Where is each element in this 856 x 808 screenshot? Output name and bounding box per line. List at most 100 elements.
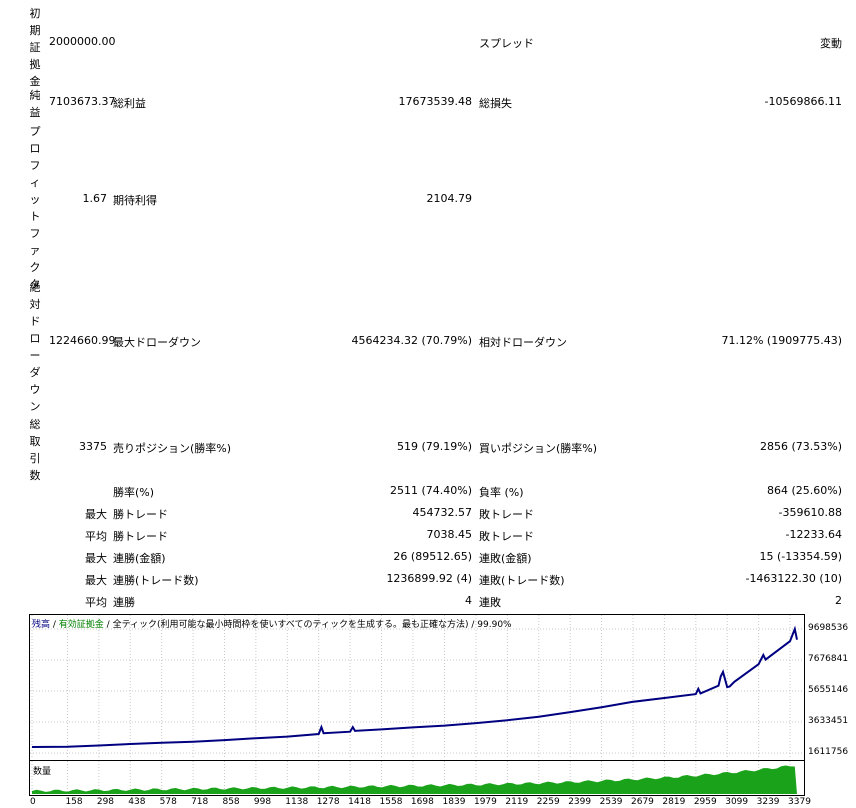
initial-deposit-char: 拠 [29,58,41,71]
y-tick-label: 9698536 [808,623,849,633]
y-tick-label: 7676841 [808,654,849,664]
max-consec-losses-count-label: 連敗(トレード数) [479,574,565,587]
legend-sep-2: / [103,620,113,630]
abs-drawdown-char: ウ [29,383,41,396]
x-tick-label: 2959 [693,797,717,807]
max-win-trade-value: 454732.57 [412,506,473,519]
total-trades-value: 3375 [79,440,107,453]
x-tick-label: 3379 [788,797,811,807]
profit-factor-char: フ [29,227,41,240]
sell-positions-value: 519 (79.19%) [396,440,472,453]
profit-factor-char: ロ [29,142,41,155]
x-tick-label: 2259 [536,797,560,807]
avg-win-trade-value: 7038.45 [426,528,473,541]
avg-consec-losses-label: 連敗 [479,596,501,609]
profit-factor-char: フ [29,159,41,172]
spread-value: 変動 [820,37,842,50]
avg-loss-trade-label: 敗トレード [479,530,534,543]
abs-drawdown-char: 絶 [29,281,41,294]
total-trades-char: 総 [29,418,41,431]
sell-positions-label: 売りポジション(勝率%) [113,442,232,455]
x-tick-label: 298 [96,797,115,807]
relative-drawdown-label: 相対ドローダウン [479,336,567,349]
gross-profit-label: 総利益 [113,97,146,110]
max-consec-wins-count-label: 連勝(トレード数) [113,574,199,587]
x-tick-label: 3099 [725,797,749,807]
profit-factor-char: プ [29,125,41,138]
avg-consec-wins-label: 連勝 [113,596,135,609]
abs-drawdown-char: ン [29,400,41,413]
legend-balance: 残高 [32,620,51,630]
legend-sep-1: / [50,620,59,630]
max-win-trade-label: 勝トレード [113,508,168,521]
x-tick-label: 2819 [662,797,686,807]
max-consec-count-prefix: 最大 [85,574,107,587]
x-tick-label: 578 [159,797,177,807]
x-tick-label: 2399 [568,797,592,807]
volume-area [32,765,797,794]
y-tick-label: 5655146 [808,685,849,695]
legend-ticks-mode: 全ティック(利用可能な最小時間枠を使いすべてのティックを生成する。最も正確な方法… [112,620,469,630]
avg-win-trade-label: 勝トレード [113,530,168,543]
y-tick-label: 3633451 [808,716,849,726]
win-rate-label: 勝率(%) [113,486,155,499]
x-tick-label: 1558 [379,797,403,807]
initial-deposit-char: 期 [29,24,41,37]
max-consec-amount-prefix: 最大 [85,552,107,565]
spread-label: スプレッド [479,37,534,50]
x-tick-label: 1698 [410,797,434,807]
net-profit-char: 純 [29,89,41,102]
profit-factor-char: ト [29,210,41,223]
max-consec-losses-amount-value: 15 (-13354.59) [759,550,842,563]
net-profit-value: 7103673.37 [49,95,116,108]
avg-loss-trade-value: -12233.64 [785,528,842,541]
x-tick-label: 2539 [599,797,623,807]
abs-drawdown-char: ロ [29,332,41,345]
max-consec-losses-amount-label: 連敗(金額) [479,552,532,565]
legend-equity: 有効証拠金 [58,620,104,630]
gross-loss-label: 総損失 [479,97,512,110]
legend-sep-3: / [468,620,478,630]
avg-consec-losses-value: 2 [835,594,842,607]
total-trades-char: 数 [29,469,41,482]
x-tick-label: 2679 [631,797,654,807]
y-tick-label: 1611756 [808,747,849,757]
gross-profit-value: 17673539.48 [398,95,472,108]
expected-payoff-value: 2104.79 [426,192,473,205]
initial-deposit-char: 証 [29,41,41,54]
profit-factor-char: ク [29,261,41,274]
max-consec-losses-count-value: -1463122.30 (10) [745,572,842,585]
legend-quality: 99.90% [477,620,512,630]
balance-series-line [31,625,798,748]
profit-factor-char: ッ [29,193,41,206]
profit-factor-value: 1.67 [82,192,108,205]
loss-rate-value: 864 (25.60%) [766,484,842,497]
win-rate-value: 2511 (74.40%) [389,484,472,497]
abs-drawdown-char: ダ [29,366,41,379]
x-tick-label: 438 [128,797,146,807]
x-tick-label: 1979 [473,797,497,807]
avg-trade-prefix: 平均 [85,530,107,543]
buy-positions-value: 2856 (73.53%) [759,440,842,453]
net-profit-char: 益 [29,106,41,119]
x-tick-label: 0 [30,797,36,807]
x-tick-label: 1418 [348,797,372,807]
volume-chart-plot [31,761,797,794]
max-drawdown-label: 最大ドローダウン [113,336,201,349]
max-loss-trade-value: -359610.88 [778,506,842,519]
relative-drawdown-value: 71.12% (1909775.43) [721,334,842,347]
max-consec-wins-amount-value: 26 (89512.65) [393,550,472,563]
total-trades-char: 取 [29,435,41,448]
max-consec-wins-amount-label: 連勝(金額) [113,552,166,565]
max-loss-trade-label: 敗トレード [479,508,534,521]
x-tick-label: 158 [65,797,83,807]
expected-payoff-label: 期待利得 [113,194,157,207]
x-tick-label: 998 [253,797,272,807]
profit-factor-char: ィ [29,176,41,189]
max-drawdown-value: 4564234.32 (70.79%) [351,334,472,347]
x-tick-label: 1138 [285,797,309,807]
absolute-drawdown-value: 1224660.99 [49,334,116,347]
max-trade-prefix: 最大 [85,508,107,521]
x-tick-label: 3239 [756,797,780,807]
profit-factor-char: ァ [29,244,41,257]
